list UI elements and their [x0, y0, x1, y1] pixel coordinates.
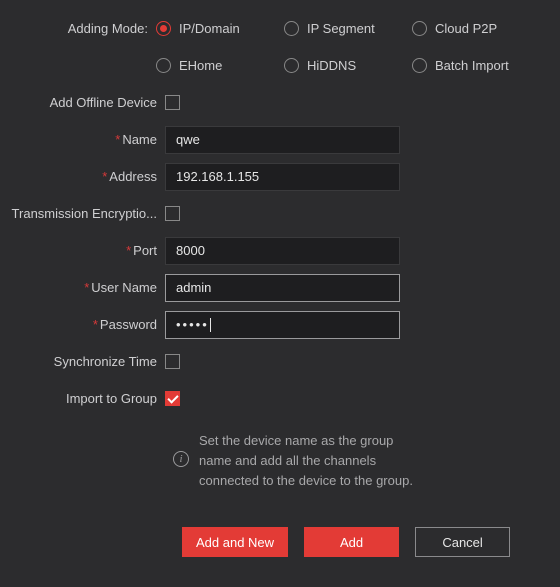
row-adding-mode-2: EHome HiDDNS Batch Import: [10, 47, 540, 84]
cancel-button[interactable]: Cancel: [415, 527, 510, 557]
checkbox-import-group[interactable]: [165, 391, 180, 406]
radio-label: EHome: [179, 58, 222, 73]
row-adding-mode: Adding Mode: IP/Domain IP Segment Cloud …: [10, 10, 540, 47]
row-address: *Address: [10, 158, 540, 195]
row-trans-enc: Transmission Encryptio...: [10, 195, 540, 232]
info-text: Set the device name as the group name an…: [199, 431, 424, 491]
label-name: *Name: [10, 132, 165, 147]
radios-row-1: IP/Domain IP Segment Cloud P2P: [156, 21, 540, 36]
info-icon: i: [173, 451, 189, 467]
name-input[interactable]: [165, 126, 400, 154]
label-address: *Address: [10, 169, 165, 184]
radio-ip-domain[interactable]: IP/Domain: [156, 21, 284, 36]
row-import-group: Import to Group: [10, 380, 540, 417]
label-add-offline: Add Offline Device: [10, 95, 165, 110]
label-adding-mode: Adding Mode:: [10, 21, 156, 36]
label-import-group: Import to Group: [10, 391, 165, 406]
radio-cloud-p2p[interactable]: Cloud P2P: [412, 21, 540, 36]
radio-ip-segment[interactable]: IP Segment: [284, 21, 412, 36]
port-input[interactable]: [165, 237, 400, 265]
password-value: •••••: [176, 317, 209, 332]
radio-icon: [156, 21, 171, 36]
label-port: *Port: [10, 243, 165, 258]
text-caret: [210, 318, 211, 332]
add-device-form: Adding Mode: IP/Domain IP Segment Cloud …: [0, 0, 560, 557]
radio-label: Cloud P2P: [435, 21, 497, 36]
username-input[interactable]: [165, 274, 400, 302]
button-bar: Add and New Add Cancel: [10, 527, 540, 557]
radio-icon: [412, 58, 427, 73]
label-password: *Password: [10, 317, 165, 332]
row-name: *Name: [10, 121, 540, 158]
radio-label: HiDDNS: [307, 58, 356, 73]
row-password: *Password •••••: [10, 306, 540, 343]
radio-icon: [412, 21, 427, 36]
checkbox-sync-time[interactable]: [165, 354, 180, 369]
checkbox-add-offline[interactable]: [165, 95, 180, 110]
radio-label: IP Segment: [307, 21, 375, 36]
radio-icon: [284, 58, 299, 73]
password-input[interactable]: •••••: [165, 311, 400, 339]
radio-batch-import[interactable]: Batch Import: [412, 58, 540, 73]
row-add-offline: Add Offline Device: [10, 84, 540, 121]
radio-label: Batch Import: [435, 58, 509, 73]
row-username: *User Name: [10, 269, 540, 306]
radio-icon: [156, 58, 171, 73]
info-row: i Set the device name as the group name …: [10, 431, 540, 491]
add-button[interactable]: Add: [304, 527, 399, 557]
checkbox-trans-enc[interactable]: [165, 206, 180, 221]
row-port: *Port: [10, 232, 540, 269]
radio-icon: [284, 21, 299, 36]
radio-ehome[interactable]: EHome: [156, 58, 284, 73]
label-sync-time: Synchronize Time: [10, 354, 165, 369]
address-input[interactable]: [165, 163, 400, 191]
row-sync-time: Synchronize Time: [10, 343, 540, 380]
label-trans-enc: Transmission Encryptio...: [10, 206, 165, 221]
label-username: *User Name: [10, 280, 165, 295]
radio-hiddns[interactable]: HiDDNS: [284, 58, 412, 73]
radio-label: IP/Domain: [179, 21, 240, 36]
radios-row-2: EHome HiDDNS Batch Import: [156, 58, 540, 73]
add-and-new-button[interactable]: Add and New: [182, 527, 288, 557]
